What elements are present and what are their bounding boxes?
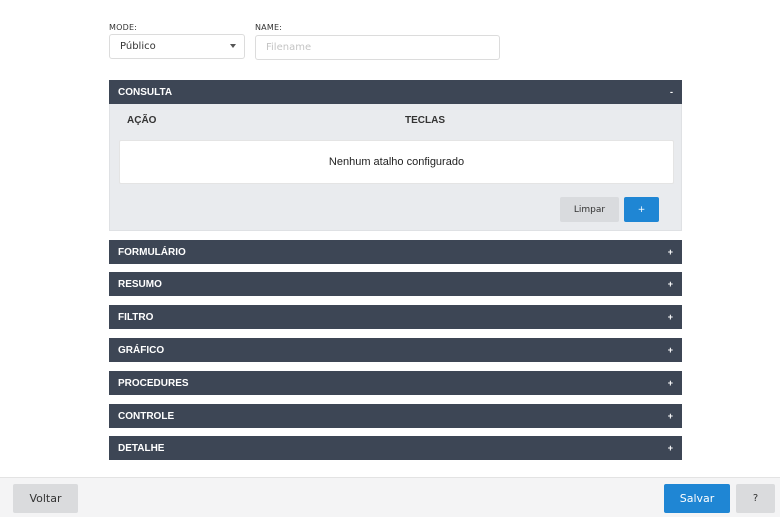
section-title: DETALHE bbox=[118, 442, 165, 454]
name-label: NAME: bbox=[255, 23, 283, 32]
footer-bar: Voltar Salvar ? bbox=[0, 477, 780, 517]
section-header-procedures[interactable]: PROCEDURES + bbox=[109, 371, 682, 395]
back-button[interactable]: Voltar bbox=[13, 484, 78, 513]
collapse-icon[interactable]: - bbox=[670, 80, 673, 104]
column-header-action: AÇÃO bbox=[127, 115, 157, 126]
section-title: RESUMO bbox=[118, 278, 162, 290]
section-header-grafico[interactable]: GRÁFICO + bbox=[109, 338, 682, 362]
help-button[interactable]: ? bbox=[736, 484, 775, 513]
clear-button[interactable]: Limpar bbox=[560, 197, 619, 222]
section-body-consulta: AÇÃO TECLAS Nenhum atalho configurado Li… bbox=[109, 104, 682, 231]
section-header-controle[interactable]: CONTROLE + bbox=[109, 404, 682, 428]
empty-message: Nenhum atalho configurado bbox=[328, 156, 465, 168]
section-title: FORMULÁRIO bbox=[118, 246, 186, 258]
section-title: FILTRO bbox=[118, 311, 154, 323]
expand-icon[interactable]: + bbox=[668, 305, 673, 329]
expand-icon[interactable]: + bbox=[668, 436, 673, 460]
expand-icon[interactable]: + bbox=[668, 338, 673, 362]
mode-select[interactable]: Público bbox=[109, 34, 245, 59]
expand-icon[interactable]: + bbox=[668, 404, 673, 428]
section-title: GRÁFICO bbox=[118, 344, 165, 356]
expand-icon[interactable]: + bbox=[668, 240, 673, 264]
shortcuts-empty-state: Nenhum atalho configurado bbox=[119, 140, 674, 184]
section-header-consulta[interactable]: CONSULTA - bbox=[109, 80, 682, 104]
section-title: PROCEDURES bbox=[118, 377, 189, 389]
mode-label: MODE: bbox=[109, 23, 138, 32]
section-header-filtro[interactable]: FILTRO + bbox=[109, 305, 682, 329]
section-header-detalhe[interactable]: DETALHE + bbox=[109, 436, 682, 460]
caret-down-icon bbox=[230, 44, 236, 48]
section-header-formulario[interactable]: FORMULÁRIO + bbox=[109, 240, 682, 264]
mode-select-value: Público bbox=[120, 41, 156, 52]
save-button[interactable]: Salvar bbox=[664, 484, 730, 513]
section-title-consulta: CONSULTA bbox=[118, 86, 173, 98]
add-shortcut-button[interactable]: + bbox=[624, 197, 659, 222]
expand-icon[interactable]: + bbox=[668, 272, 673, 296]
column-header-keys: TECLAS bbox=[405, 115, 445, 126]
filename-input[interactable] bbox=[255, 35, 500, 60]
expand-icon[interactable]: + bbox=[668, 371, 673, 395]
section-header-resumo[interactable]: RESUMO + bbox=[109, 272, 682, 296]
section-title: CONTROLE bbox=[118, 410, 175, 422]
